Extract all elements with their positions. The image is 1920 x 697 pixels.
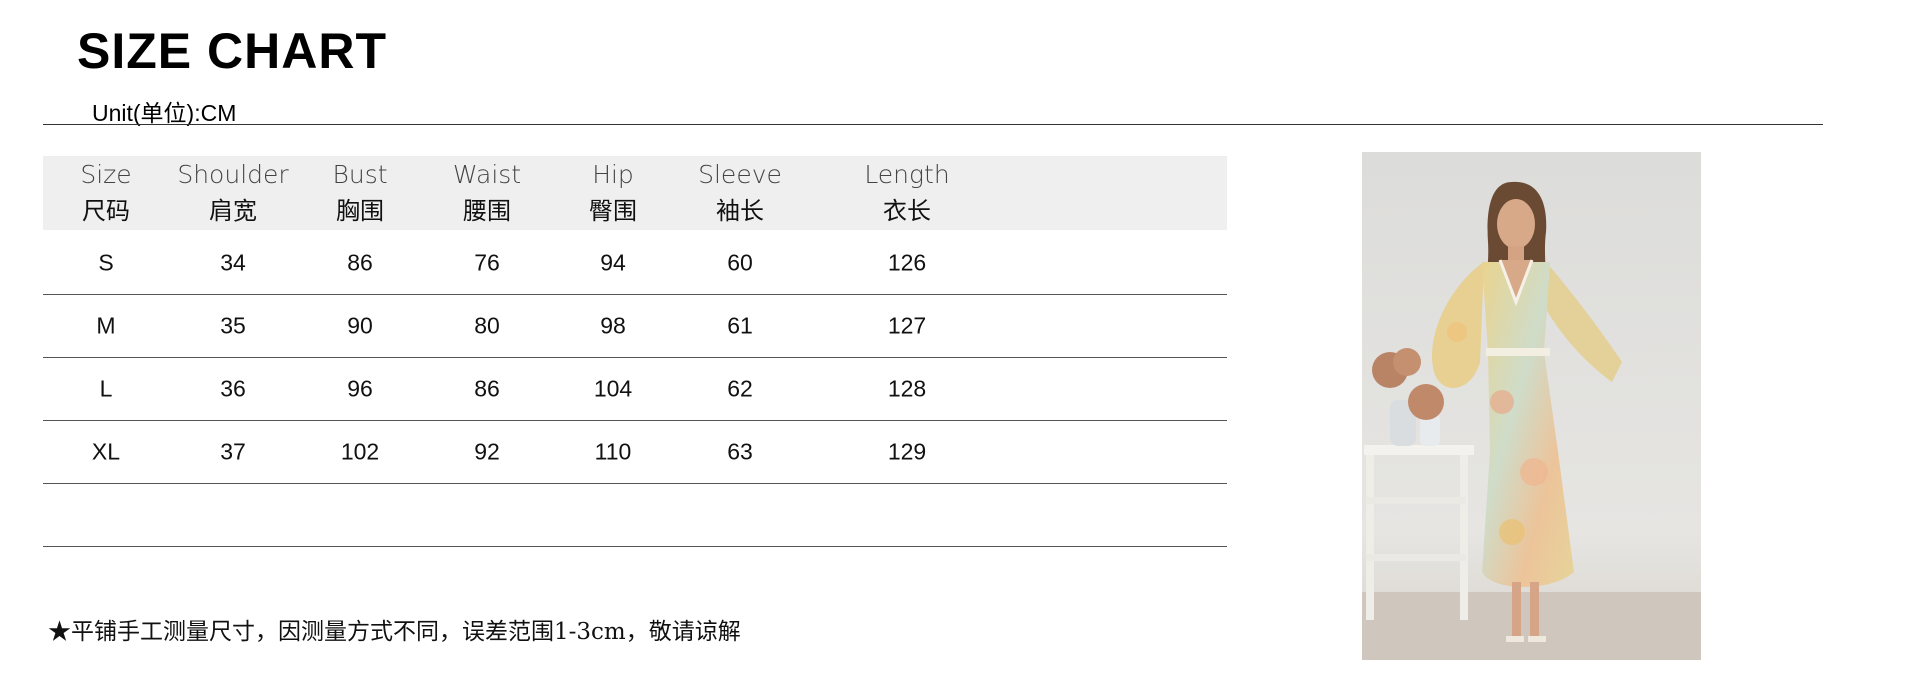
title-divider <box>43 124 1823 125</box>
row-divider <box>43 546 1227 547</box>
column-header-shoulder: Shoulder 肩宽 <box>177 156 288 228</box>
size-cell: S <box>98 249 114 276</box>
column-header-en: Size <box>80 160 132 189</box>
column-header-waist: Waist 腰围 <box>453 156 521 228</box>
column-header-zh: 肩宽 <box>208 197 257 225</box>
measurement-cell: 86 <box>347 249 373 276</box>
column-header-zh: 衣长 <box>883 197 931 225</box>
page-title: SIZE CHART <box>77 23 387 79</box>
column-header-en: Hip <box>592 160 634 189</box>
column-header-sleeve: Sleeve 袖长 <box>698 156 782 228</box>
row-divider <box>43 483 1227 484</box>
column-header-bust: Bust 胸围 <box>332 156 387 228</box>
column-header-en: Bust <box>332 160 388 189</box>
measurement-cell: 128 <box>887 375 927 402</box>
size-cell: M <box>96 312 116 339</box>
measurement-cell: 104 <box>593 375 633 402</box>
measurement-cell: 35 <box>220 312 246 339</box>
size-cell: XL <box>91 438 121 465</box>
measurement-cell: 36 <box>220 375 246 402</box>
measurement-note: ★平铺手工测量尺寸，因测量方式不同，误差范围1-3cm，敬请谅解 <box>48 619 741 645</box>
measurement-cell: 96 <box>347 375 373 402</box>
product-photo <box>1362 152 1701 660</box>
measurement-cell: 98 <box>600 312 626 339</box>
column-header-zh: 尺码 <box>81 197 130 225</box>
measurement-cell: 62 <box>727 375 753 402</box>
measurement-cell: 102 <box>340 438 380 465</box>
measurement-cell: 86 <box>474 375 500 402</box>
measurement-cell: 90 <box>347 312 373 339</box>
column-header-size: Size 尺码 <box>80 156 131 228</box>
row-divider <box>43 294 1227 295</box>
measurement-cell: 126 <box>887 249 927 276</box>
measurement-cell: 80 <box>474 312 500 339</box>
measurement-cell: 61 <box>727 312 753 339</box>
measurement-cell: 76 <box>474 249 500 276</box>
measurement-cell: 129 <box>887 438 927 465</box>
measurement-cell: 94 <box>600 249 626 276</box>
column-header-hip: Hip 臀围 <box>589 156 637 228</box>
unit-label: Unit(单位):CM <box>92 100 237 126</box>
measurement-cell: 60 <box>727 249 753 276</box>
column-header-zh: 臀围 <box>589 197 637 225</box>
measurement-cell: 34 <box>220 249 246 276</box>
column-header-zh: 胸围 <box>335 197 384 225</box>
measurement-cell: 92 <box>474 438 500 465</box>
column-header-en: Shoulder <box>177 160 289 189</box>
row-divider <box>43 357 1227 358</box>
size-cell: L <box>99 375 113 402</box>
column-header-en: Length <box>864 160 950 189</box>
row-divider <box>43 420 1227 421</box>
column-header-en: Waist <box>452 160 522 189</box>
measurement-cell: 110 <box>594 438 632 465</box>
column-header-length: Length 衣长 <box>864 156 949 228</box>
column-header-zh: 腰围 <box>463 197 511 225</box>
measurement-cell: 63 <box>727 438 753 465</box>
column-header-zh: 袖长 <box>715 197 764 225</box>
measurement-cell: 127 <box>887 312 927 339</box>
column-header-en: Sleeve <box>698 160 782 189</box>
measurement-cell: 37 <box>220 438 246 465</box>
